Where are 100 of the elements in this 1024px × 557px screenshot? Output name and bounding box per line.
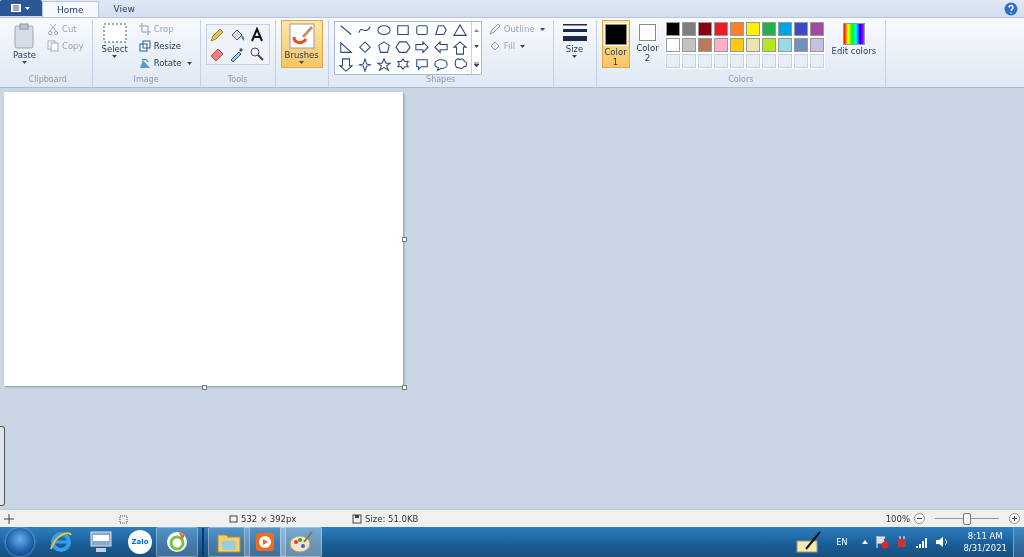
swirl-app-icon[interactable] — [165, 530, 189, 554]
ribbon-tab[interactable]: Home — [42, 1, 99, 17]
shape-icon[interactable] — [337, 58, 354, 72]
color-swatch[interactable] — [745, 22, 760, 36]
text-icon[interactable] — [248, 27, 265, 43]
rotate-button[interactable]: Rotate — [135, 55, 195, 71]
input-language[interactable]: EN — [836, 537, 848, 547]
flag-error-icon[interactable] — [875, 535, 890, 549]
shape-icon[interactable] — [432, 58, 449, 72]
application-menu-button[interactable] — [0, 0, 42, 16]
signal-bars-icon[interactable] — [915, 535, 930, 549]
color-swatch[interactable] — [697, 22, 712, 36]
color-swatch[interactable] — [681, 38, 696, 52]
color-swatch[interactable] — [665, 22, 680, 36]
shape-icon[interactable] — [375, 24, 392, 38]
shape-icon[interactable] — [356, 41, 373, 55]
show-hidden-icons-icon[interactable] — [861, 538, 870, 546]
group-label: Clipboard — [27, 75, 68, 86]
start-button[interactable] — [6, 528, 34, 556]
shape-icon[interactable] — [394, 58, 411, 72]
shape-icon[interactable] — [375, 41, 392, 55]
color-swatch[interactable] — [665, 38, 680, 52]
color-picker-icon[interactable] — [228, 46, 245, 62]
zoom-slider-thumb[interactable] — [963, 512, 971, 525]
selection-size-icon — [118, 513, 128, 524]
caret-icon — [299, 61, 305, 64]
zoom-in-button[interactable] — [1009, 513, 1020, 524]
ribbon-tab[interactable]: View — [98, 1, 150, 17]
clipboard-icon — [13, 23, 36, 49]
resize-handle[interactable] — [202, 385, 207, 390]
brush-icon — [288, 23, 315, 49]
color-swatch[interactable] — [729, 38, 744, 52]
shape-icon[interactable] — [394, 41, 411, 55]
color-swatch[interactable] — [745, 38, 760, 52]
color-swatch[interactable] — [761, 22, 776, 36]
scroll-up-icon[interactable] — [473, 28, 479, 32]
color-swatch[interactable] — [761, 38, 776, 52]
image-dimensions: 532 × 392px — [241, 513, 297, 524]
group-label: Tools — [226, 75, 249, 86]
shape-icon[interactable] — [413, 58, 430, 72]
image-size-icon — [228, 513, 238, 524]
clock-date: 8/31/2021 — [963, 542, 1007, 554]
resize-icon — [138, 40, 151, 52]
magnifier-icon[interactable] — [248, 46, 265, 62]
resize-button[interactable]: Resize — [135, 38, 195, 54]
color-slot-button[interactable]: Color 2 — [633, 20, 662, 68]
select-button[interactable]: Select — [97, 20, 132, 61]
resize-handle[interactable] — [402, 237, 407, 242]
shape-icon[interactable] — [337, 41, 354, 55]
zoom-out-button[interactable] — [914, 513, 925, 524]
color-slot-button[interactable]: Color 1 — [601, 20, 630, 68]
scissors-icon — [46, 23, 59, 35]
caret-icon — [572, 55, 578, 58]
color-swatch[interactable] — [777, 22, 792, 36]
pen-tablet-icon[interactable] — [796, 531, 823, 553]
shape-icon[interactable] — [451, 41, 468, 55]
help-icon[interactable] — [1004, 1, 1018, 16]
size-button[interactable]: Size — [558, 20, 591, 61]
zoom-percentage: 100% — [885, 513, 910, 524]
expand-icon[interactable] — [473, 62, 479, 68]
color-swatch[interactable] — [713, 22, 728, 36]
color-spectrum-icon — [842, 23, 865, 45]
shape-icon[interactable] — [432, 24, 449, 38]
color-swatch[interactable] — [713, 38, 728, 52]
media-player-icon[interactable] — [254, 531, 276, 553]
file-size: Size: 51.0KB — [365, 513, 419, 524]
shape-icon[interactable] — [356, 58, 373, 72]
brushes-button[interactable]: Brushes — [280, 20, 323, 68]
color-swatch[interactable] — [793, 38, 808, 52]
resize-handle[interactable] — [402, 385, 407, 390]
caret-icon — [112, 55, 118, 58]
caret-icon — [539, 27, 545, 31]
color-swatch[interactable] — [809, 22, 824, 36]
shape-icon[interactable] — [375, 58, 392, 72]
edit-colors-button[interactable]: Edit colors — [827, 20, 881, 59]
pen-outline-icon — [488, 23, 501, 35]
shape-icon[interactable] — [413, 41, 430, 55]
shape-icon[interactable] — [394, 24, 411, 38]
color-swatch[interactable] — [681, 22, 696, 36]
shape-icon[interactable] — [432, 41, 449, 55]
copy-icon — [46, 40, 59, 52]
pencil-icon[interactable] — [208, 27, 225, 43]
group-label: Image — [132, 75, 160, 86]
browser-e-icon[interactable] — [48, 529, 74, 555]
color-swatch[interactable] — [809, 38, 824, 52]
keyboard-monitor-icon[interactable] — [88, 529, 114, 555]
speaker-icon[interactable] — [935, 535, 950, 549]
color-swatch[interactable] — [729, 22, 744, 36]
shape-icon[interactable] — [413, 24, 430, 38]
color-swatch[interactable] — [697, 38, 712, 52]
eraser-icon[interactable] — [208, 46, 225, 62]
scroll-down-icon[interactable] — [473, 45, 479, 49]
paint-palette-icon[interactable] — [288, 530, 314, 554]
group-label: Colors — [727, 75, 755, 86]
shape-icon[interactable] — [451, 58, 468, 72]
system-clock[interactable]: 8:11 AM 8/31/2021 — [963, 530, 1007, 554]
shape-icon[interactable] — [451, 24, 468, 38]
color-swatch[interactable] — [777, 38, 792, 52]
color-swatch[interactable] — [793, 22, 808, 36]
paste-button[interactable]: Paste — [9, 20, 40, 67]
